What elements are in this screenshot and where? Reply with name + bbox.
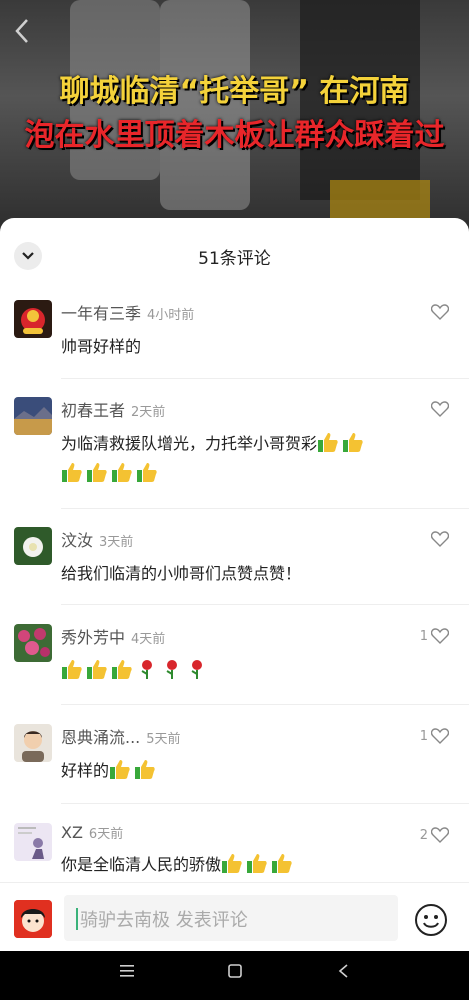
thumbs-up-icon [135, 760, 155, 779]
avatar[interactable] [14, 624, 52, 662]
comment-item[interactable]: 初春王者 2天前 为临清救援队增光，力托举小哥贺彩 [0, 397, 469, 489]
avatar[interactable] [14, 724, 52, 762]
comment-time: 3天前 [99, 535, 134, 550]
avatar[interactable] [14, 397, 52, 435]
menu-icon[interactable] [120, 963, 136, 983]
avatar[interactable] [14, 527, 52, 565]
comment-text: 好样的 [61, 756, 449, 786]
heart-outline-icon [431, 628, 449, 644]
system-nav-bar [0, 951, 469, 1000]
comment-meta: 汶汝 3天前 [61, 527, 449, 551]
avatar[interactable] [14, 300, 52, 338]
text-cursor [76, 908, 78, 930]
thumbs-up-icon [318, 433, 338, 452]
rose-icon [166, 660, 177, 679]
comment-meta: 秀外芳中 4天前 [61, 624, 449, 648]
comment-time: 4天前 [131, 632, 166, 647]
video-caption-line-2: 泡在水里顶着木板让群众踩着过 [24, 118, 445, 153]
thumbs-up-icon [112, 463, 132, 482]
like-button[interactable]: 2 [420, 827, 449, 843]
divider [61, 604, 469, 605]
triangle-back-icon[interactable] [336, 963, 352, 983]
comment-text-content: 你是全临清人民的骄傲 [61, 855, 222, 874]
comment-time: 4小时前 [147, 308, 195, 323]
comment-sheet: 51条评论 一年有三季 4小时前 帅哥好样的 初春王者 2天前 为临清救援队增光，力… [0, 218, 469, 951]
divider [61, 803, 469, 804]
comment-text: 你是全临清人民的骄傲 [61, 850, 449, 880]
comment-time: 6天前 [88, 827, 124, 842]
heart-outline-icon [431, 304, 449, 320]
comment-text: 帅哥好样的 [61, 337, 142, 356]
comment-count-title: 51条评论 [198, 249, 271, 269]
comment-time: 2天前 [131, 405, 166, 420]
like-button[interactable] [428, 304, 449, 320]
thumbs-up-icon [112, 660, 132, 679]
avatar[interactable] [14, 823, 52, 861]
thumbs-up-icon [222, 854, 242, 873]
commenter-name[interactable]: 恩典涌流... [61, 728, 140, 747]
comment-sheet-header: 51条评论 [0, 218, 469, 294]
thumbs-up-icon [62, 660, 82, 679]
divider [61, 378, 469, 379]
thumbs-up-icon [87, 660, 107, 679]
thumbs-up-icon [62, 463, 82, 482]
commenter-name[interactable]: XZ [61, 823, 83, 842]
divider [61, 704, 469, 705]
comment-input[interactable]: 骑驴去南极 发表评论 [64, 895, 398, 941]
comment-item[interactable]: 恩典涌流... 5天前 好样的 1 [0, 724, 469, 786]
thumbs-up-icon [272, 854, 292, 873]
comment-item[interactable]: XZ 6天前 你是全临清人民的骄傲 2 [0, 823, 469, 880]
commenter-name[interactable]: 初春王者 [61, 401, 125, 420]
comment-text [61, 656, 449, 686]
heart-outline-icon [431, 827, 449, 843]
like-button[interactable]: 1 [420, 728, 449, 744]
heart-outline-icon [431, 531, 449, 547]
comment-item[interactable]: 汶汝 3天前 给我们临清的小帅哥们点赞点赞！ [0, 527, 469, 589]
comment-time: 5天前 [146, 732, 181, 747]
video-player[interactable]: 聊城临清“托举哥” 在河南 泡在水里顶着木板让群众踩着过 [0, 0, 469, 240]
thumbs-up-icon [343, 433, 363, 452]
like-button[interactable] [428, 401, 449, 417]
like-count: 1 [419, 628, 428, 644]
comment-text-content: 为临清救援队增光，力托举小哥贺彩 [61, 434, 318, 453]
comment-meta: XZ 6天前 [61, 823, 449, 842]
rose-icon [191, 660, 202, 679]
comment-input-placeholder: 骑驴去南极 发表评论 [80, 910, 248, 931]
heart-outline-icon [431, 728, 449, 744]
thumbs-up-icon [110, 760, 130, 779]
comment-text: 给我们临清的小帅哥们点赞点赞！ [61, 564, 302, 583]
avatar[interactable] [14, 900, 52, 938]
commenter-name[interactable]: 秀外芳中 [61, 628, 125, 647]
thumbs-up-icon [247, 854, 267, 873]
comment-item[interactable]: 一年有三季 4小时前 帅哥好样的 [0, 300, 469, 362]
commenter-name[interactable]: 汶汝 [61, 531, 93, 550]
comment-meta: 恩典涌流... 5天前 [61, 724, 449, 748]
commenter-name[interactable]: 一年有三季 [61, 304, 141, 323]
comment-item[interactable]: 秀外芳中 4天前 1 [0, 624, 469, 686]
thumbs-up-icon [137, 463, 157, 482]
thumbs-up-icon [87, 463, 107, 482]
chevron-left-icon[interactable] [14, 18, 30, 49]
comment-input-bar: 骑驴去南极 发表评论 [0, 882, 469, 951]
like-button[interactable]: 1 [420, 628, 449, 644]
comment-text: 为临清救援队增光，力托举小哥贺彩 [61, 429, 449, 489]
heart-outline-icon [431, 401, 449, 417]
divider [61, 508, 469, 509]
video-caption-line-1: 聊城临清“托举哥” 在河南 [59, 74, 410, 109]
like-count: 1 [419, 728, 428, 744]
rose-icon [141, 660, 152, 679]
square-icon[interactable] [227, 963, 243, 983]
comment-meta: 一年有三季 4小时前 [61, 300, 449, 324]
comment-meta: 初春王者 2天前 [61, 397, 449, 421]
like-button[interactable] [428, 531, 449, 547]
smiley-icon[interactable] [414, 903, 448, 937]
like-count: 2 [419, 827, 428, 843]
comment-text-content: 好样的 [61, 761, 110, 780]
